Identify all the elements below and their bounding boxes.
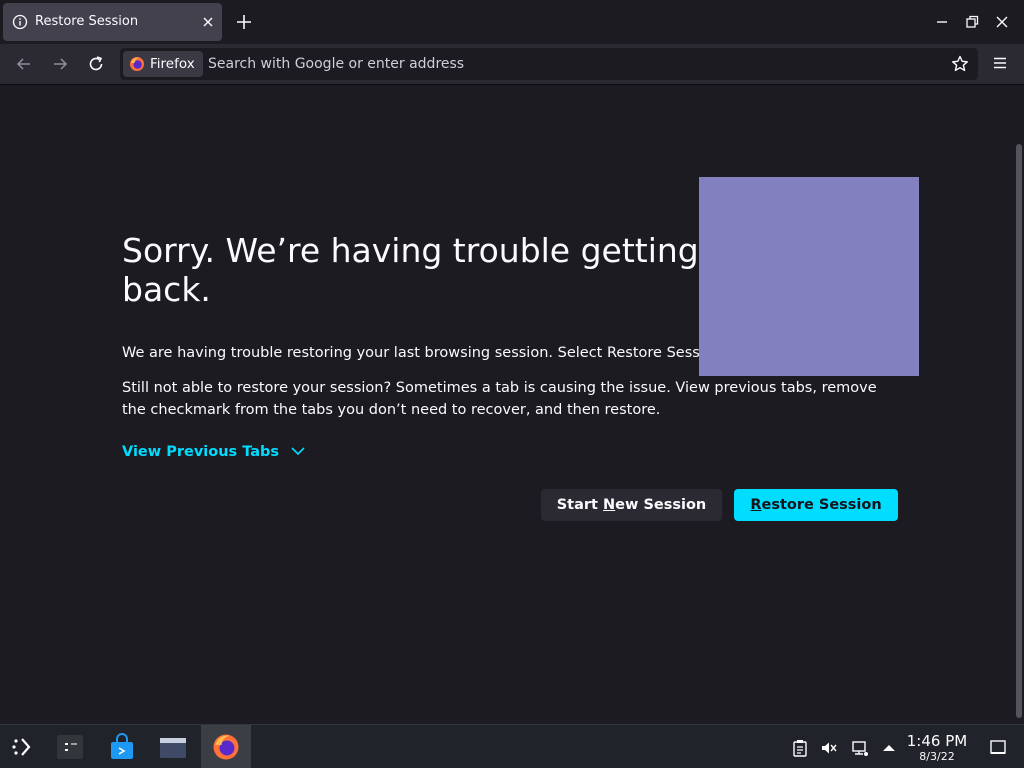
close-window-icon[interactable]	[992, 12, 1012, 32]
network-icon[interactable]	[851, 739, 869, 757]
view-previous-tabs-label: View Previous Tabs	[122, 444, 280, 460]
minimize-icon[interactable]	[932, 12, 952, 32]
show-desktop-icon[interactable]	[988, 737, 1008, 757]
redaction-block	[699, 177, 919, 376]
nav-bar: Firefox	[0, 44, 1024, 85]
restore-session-button[interactable]: Restore Session	[734, 489, 898, 521]
firefox-taskbar-item[interactable]	[201, 725, 251, 768]
clipboard-icon[interactable]	[791, 739, 809, 757]
tab-restore-session[interactable]: Restore Session	[3, 3, 222, 41]
file-manager-icon[interactable]	[159, 733, 187, 761]
restore-window-icon[interactable]	[962, 12, 982, 32]
start-new-session-button[interactable]: Start New Session	[541, 489, 722, 521]
chevron-down-icon[interactable]	[290, 443, 306, 459]
page-content: Sorry. We’re having trouble getting yo b…	[0, 86, 1014, 724]
system-settings-icon[interactable]	[56, 733, 84, 761]
volume-muted-icon[interactable]	[820, 739, 838, 757]
forward-arrow-icon[interactable]	[49, 53, 71, 75]
clock-time[interactable]: 1:46 PM	[904, 732, 970, 750]
identity-label: Firefox	[150, 56, 195, 72]
url-bar[interactable]: Firefox	[120, 48, 978, 80]
info-icon	[12, 14, 28, 30]
address-input[interactable]	[208, 51, 928, 77]
troubleshoot-explanation: Still not able to restore your session? …	[122, 380, 877, 418]
close-tab-icon[interactable]	[201, 15, 215, 29]
tray-expand-icon[interactable]	[880, 739, 898, 757]
tab-title: Restore Session	[35, 14, 139, 29]
hamburger-menu-icon[interactable]	[990, 53, 1010, 73]
scrollbar-thumb[interactable]	[1016, 144, 1022, 718]
taskbar: 1:46 PM 8/3/22	[0, 724, 1024, 768]
new-tab-icon[interactable]	[234, 12, 254, 32]
discover-store-icon[interactable]	[108, 733, 136, 761]
scrollbar[interactable]	[1014, 86, 1024, 724]
bookmark-star-icon[interactable]	[950, 54, 970, 74]
reload-icon[interactable]	[85, 53, 107, 75]
back-arrow-icon[interactable]	[13, 53, 35, 75]
heading-line-1: Sorry. We’re having trouble getting yo	[122, 231, 749, 270]
firefox-logo-icon	[130, 57, 144, 71]
view-previous-tabs-link[interactable]: View Previous Tabs	[122, 441, 279, 463]
firefox-icon	[213, 734, 239, 760]
identity-box[interactable]: Firefox	[123, 51, 203, 77]
heading-line-2: back.	[122, 270, 211, 309]
app-launcher-icon[interactable]	[8, 733, 36, 761]
tab-strip: Restore Session	[0, 0, 1024, 44]
clock-date[interactable]: 8/3/22	[904, 750, 970, 763]
